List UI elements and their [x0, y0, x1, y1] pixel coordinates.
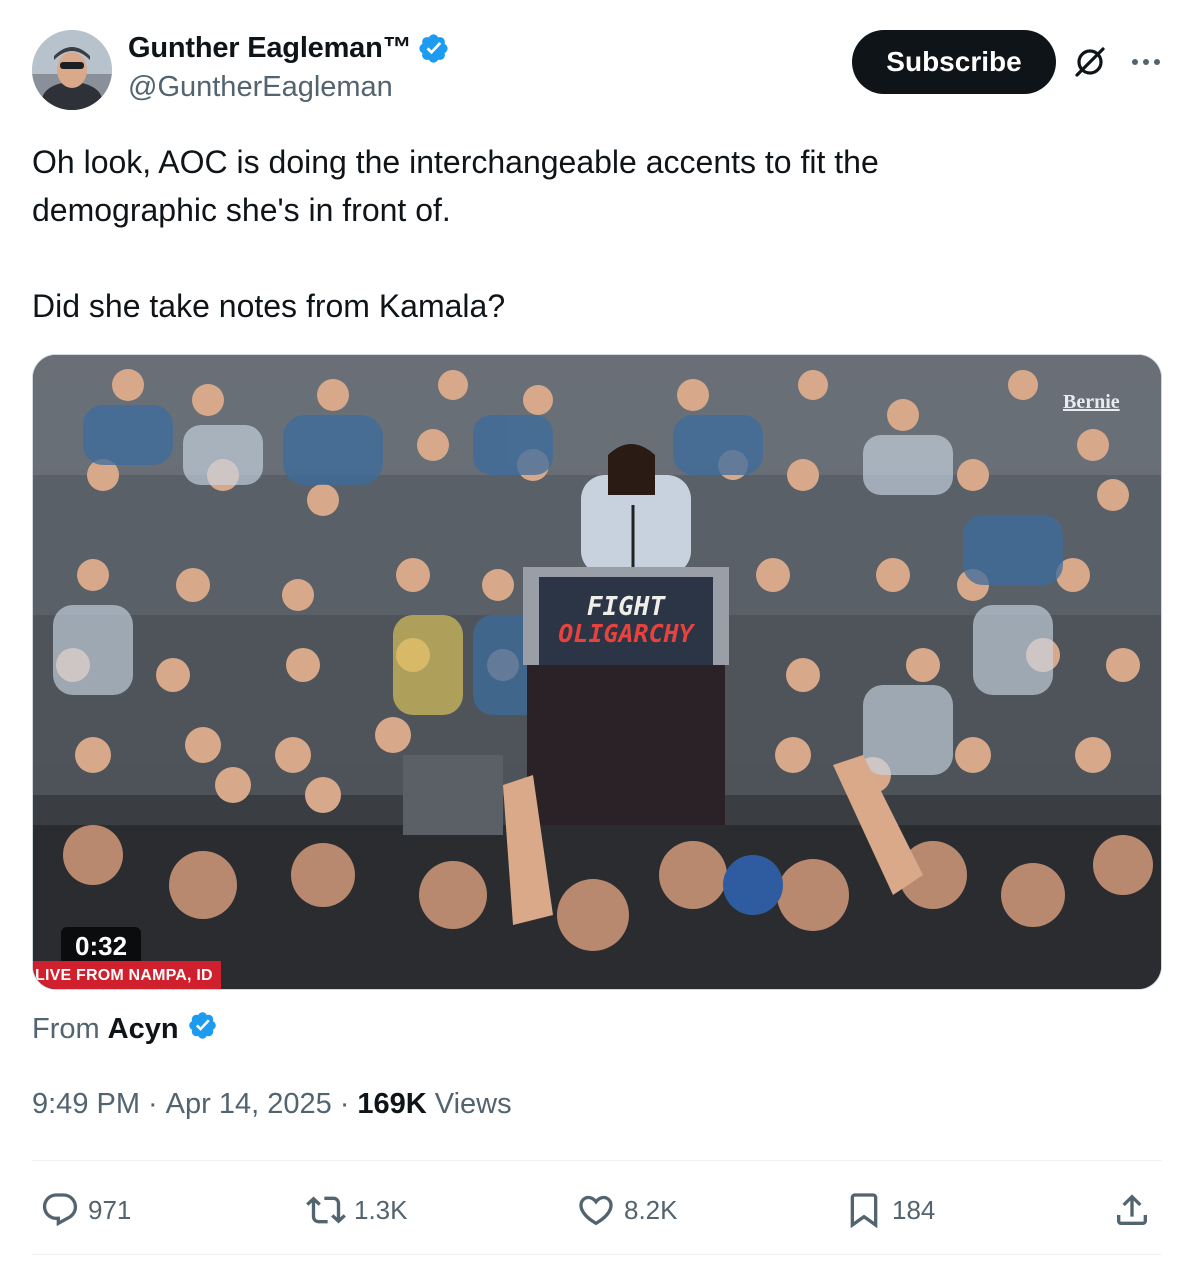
video-player[interactable]: Bernie FIGHT OLIGARCHY 0:32 LIVE FROM NA…	[32, 354, 1162, 990]
author-info: Gunther Eagleman™ @GuntherEagleman	[128, 32, 450, 104]
podium-sign: FIGHT OLIGARCHY	[539, 577, 713, 665]
source-name-link[interactable]: Acyn	[108, 1013, 179, 1046]
tweet-meta: 9:49 PM · Apr 14, 2025 · 169K Views	[32, 1088, 512, 1121]
tweet-actions-bar: 971 1.3K 8.2K 184	[32, 1180, 1162, 1240]
tweet-header: Gunther Eagleman™ @GuntherEagleman Subsc…	[32, 30, 1168, 112]
divider	[32, 1160, 1162, 1161]
tweet-text: Oh look, AOC is doing the interchangeabl…	[32, 138, 1132, 330]
video-frame	[33, 355, 1161, 989]
like-button[interactable]: 8.2K	[576, 1180, 678, 1240]
grok-icon[interactable]	[1072, 44, 1108, 80]
tweet-text-line-2: demographic she's in front of.	[32, 192, 451, 228]
subscribe-button[interactable]: Subscribe	[852, 30, 1056, 94]
live-chyron: LIVE FROM NAMPA, ID	[33, 961, 221, 989]
like-count: 8.2K	[624, 1194, 678, 1225]
meta-separator: ·	[148, 1088, 158, 1120]
source-prefix: From	[32, 1013, 100, 1045]
share-button[interactable]	[1112, 1180, 1152, 1240]
podium-sign-line-2: OLIGARCHY	[558, 619, 694, 648]
video-source-attribution: From Acyn	[32, 1010, 218, 1049]
divider	[32, 1254, 1162, 1255]
video-duration-badge: 0:32	[61, 927, 142, 965]
tweet-text-question: Did she take notes from Kamala?	[32, 288, 506, 324]
reply-button[interactable]: 971	[40, 1180, 131, 1240]
verified-badge-icon	[187, 1010, 218, 1049]
views-label: Views	[434, 1088, 512, 1120]
meta-separator: ·	[339, 1088, 350, 1120]
repost-count: 1.3K	[354, 1194, 408, 1225]
bookmark-count: 184	[892, 1194, 936, 1225]
avatar-image	[32, 30, 112, 110]
share-icon	[1117, 1194, 1147, 1225]
repost-icon	[306, 1196, 346, 1224]
views-count: 169K	[357, 1088, 427, 1120]
podium-sign-line-1: FIGHT	[586, 592, 666, 622]
reply-icon	[42, 1193, 78, 1227]
author-handle[interactable]: @GuntherEagleman	[128, 71, 450, 104]
author-display-name[interactable]: Gunther Eagleman™	[128, 32, 412, 65]
repost-button[interactable]: 1.3K	[306, 1180, 408, 1240]
bookmark-icon	[850, 1193, 878, 1229]
tweet-date[interactable]: Apr 14, 2025	[166, 1088, 332, 1121]
tweet-time[interactable]: 9:49 PM	[32, 1088, 140, 1121]
verified-badge-icon	[417, 32, 450, 65]
more-icon[interactable]	[1126, 44, 1166, 80]
heart-icon	[579, 1195, 613, 1226]
avatar[interactable]	[32, 30, 112, 110]
tweet-text-line-1: Oh look, AOC is doing the interchangeabl…	[32, 144, 879, 180]
channel-watermark: Bernie	[1063, 391, 1120, 413]
reply-count: 971	[88, 1194, 132, 1225]
bookmark-button[interactable]: 184	[844, 1180, 935, 1240]
